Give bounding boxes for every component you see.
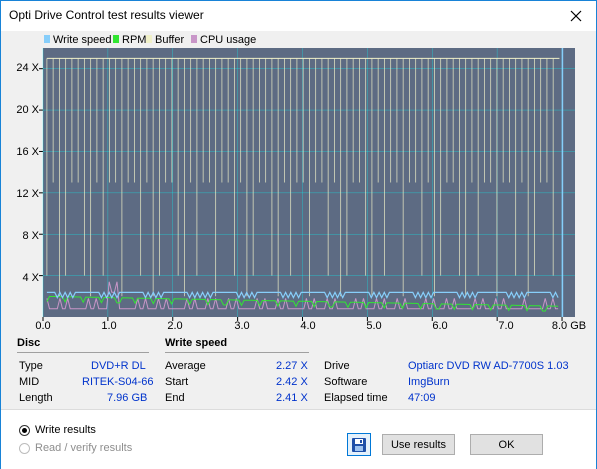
start-value: 2.42 X (276, 376, 308, 388)
y-tick-label: 20 X (16, 104, 39, 116)
write-results-label: Write results (35, 424, 96, 436)
legend-swatch-buffer (146, 35, 152, 43)
write-speed-chart: Write speed RPM Buffer CPU usage 24 X 20… (16, 34, 586, 331)
software-value: ImgBurn (408, 376, 450, 388)
y-tick-label: 16 X (16, 146, 39, 158)
x-tick-label: 7.0 (498, 320, 513, 331)
mid-label: MID (19, 376, 40, 388)
elapsed-time-label: Elapsed time (324, 392, 388, 404)
write-results-option[interactable]: Write results (19, 422, 96, 438)
divider (165, 352, 309, 353)
drive-value: Optiarc DVD RW AD-7700S 1.03 (408, 360, 569, 372)
mid-value: RITEK-S04-66 (82, 376, 154, 388)
start-label: Start (165, 376, 189, 388)
end-value: 2.41 X (276, 392, 308, 404)
close-button[interactable] (556, 1, 596, 31)
floppy-disk-icon (352, 437, 366, 452)
drive-label: Drive (324, 360, 350, 372)
end-label: End (165, 392, 185, 404)
average-value: 2.27 X (276, 360, 308, 372)
write-speed-header: Write speed (165, 337, 228, 349)
x-tick-label: 8.0 GB (552, 320, 586, 331)
length-value: 7.96 GB (107, 392, 148, 404)
x-tick-label: 3.0 (234, 320, 249, 331)
average-label: Average (165, 360, 206, 372)
plot-area (43, 48, 575, 317)
bottom-panel: Write results Read / verify results Use … (1, 409, 596, 469)
use-results-button[interactable]: Use results (382, 434, 455, 455)
legend-rpm: RPM (122, 34, 146, 46)
y-tick-label: 8 X (22, 230, 39, 242)
results-info: Disc Type DVD+R DL MID RITEK-S04-66 Leng… (1, 333, 596, 408)
y-tick-label: 24 X (16, 62, 39, 74)
write-results-radio[interactable] (19, 424, 30, 436)
software-label: Software (324, 376, 368, 388)
read-verify-results-radio (19, 442, 30, 454)
legend-swatch-write-speed (44, 35, 50, 43)
read-verify-results-option: Read / verify results (19, 440, 132, 456)
legend-cpu-usage: CPU usage (200, 34, 256, 46)
x-tick-label: 5.0 (366, 320, 381, 331)
window-title: Opti Drive Control test results viewer (9, 8, 204, 22)
read-verify-results-label: Read / verify results (35, 442, 133, 454)
length-label: Length (19, 392, 53, 404)
elapsed-time-value: 47:09 (408, 392, 436, 404)
y-tick-label: 4 X (22, 272, 39, 284)
x-tick-label: 1.0 (101, 320, 116, 331)
legend-buffer: Buffer (155, 34, 184, 46)
legend-swatch-rpm (113, 35, 119, 43)
close-icon (570, 10, 582, 22)
legend-swatch-cpu-usage (191, 35, 197, 43)
title-bar: Opti Drive Control test results viewer (1, 1, 596, 31)
results-viewer-window: Opti Drive Control test results viewer W… (0, 0, 597, 469)
type-label: Type (19, 360, 43, 372)
y-tick-label: 12 X (16, 188, 39, 200)
x-tick-label: 6.0 (432, 320, 447, 331)
x-tick-label: 2.0 (167, 320, 182, 331)
x-tick-label: 4.0 (300, 320, 315, 331)
chart-panel: Write speed RPM Buffer CPU usage 24 X 20… (3, 31, 594, 331)
legend-write-speed: Write speed (53, 34, 112, 46)
disc-header: Disc (17, 337, 41, 349)
ok-button[interactable]: OK (470, 434, 543, 455)
save-button[interactable] (347, 433, 371, 456)
divider (17, 352, 149, 353)
type-value: DVD+R DL (91, 360, 146, 372)
x-tick-label: 0.0 (35, 320, 50, 331)
